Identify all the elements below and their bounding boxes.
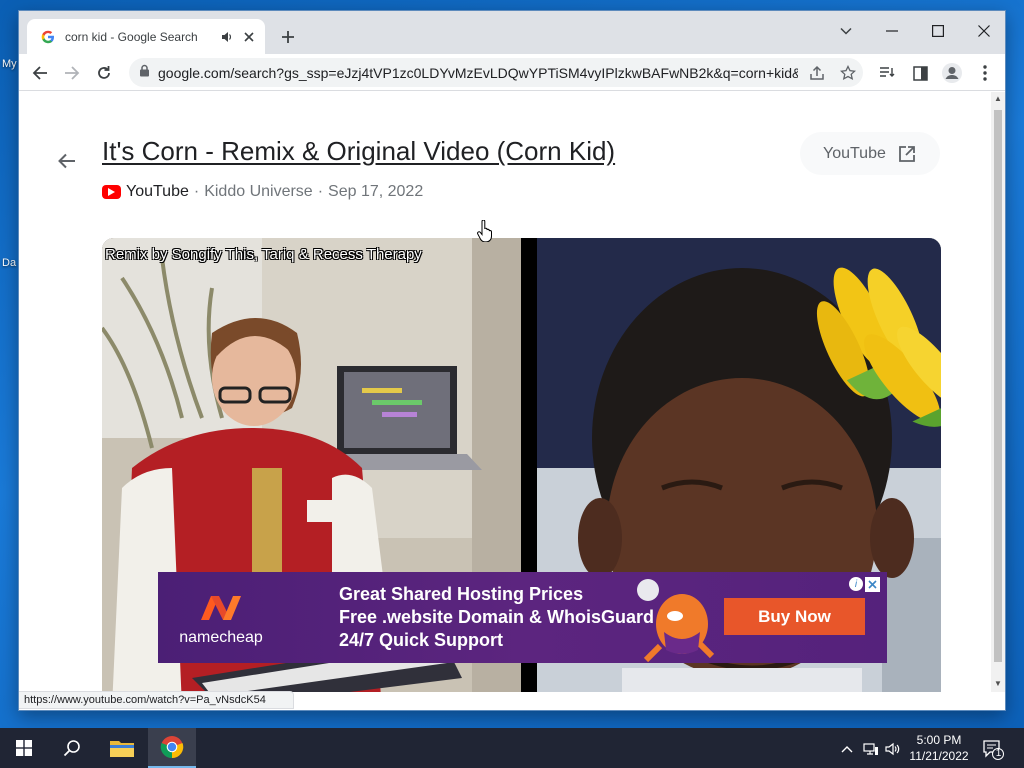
browser-toolbar: google.com/search?gs_ssp=eJzj4tVP1zc0LDY… bbox=[19, 54, 1005, 91]
open-in-youtube-label: YouTube bbox=[823, 144, 886, 162]
back-button[interactable] bbox=[27, 60, 53, 86]
video-caption: Remix by Songify This, Tariq & Recess Th… bbox=[105, 246, 422, 263]
channel-name: Kiddo Universe bbox=[204, 183, 313, 200]
ad-brand-name: namecheap bbox=[179, 629, 263, 646]
url-text[interactable]: google.com/search?gs_ssp=eJzj4tVP1zc0LDY… bbox=[158, 65, 798, 81]
menu-kebab-icon[interactable] bbox=[972, 60, 998, 86]
ad-line: Free .website Domain & WhoisGuard bbox=[339, 607, 655, 627]
reading-list-icon[interactable] bbox=[874, 60, 900, 86]
scroll-thumb[interactable] bbox=[994, 110, 1002, 662]
bookmark-star-icon[interactable] bbox=[837, 62, 859, 84]
external-link-icon bbox=[898, 145, 916, 163]
search-icon bbox=[63, 740, 80, 757]
tray-overflow-icon[interactable] bbox=[838, 740, 856, 758]
ad-line: Great Shared Hosting Prices bbox=[339, 584, 584, 604]
windows-logo-icon bbox=[16, 740, 32, 756]
profile-avatar-icon[interactable] bbox=[939, 60, 965, 86]
lock-icon[interactable] bbox=[139, 64, 150, 82]
window-close-button[interactable] bbox=[968, 17, 1000, 45]
reload-button[interactable] bbox=[91, 60, 117, 86]
hand-cursor-icon bbox=[477, 220, 492, 242]
speaker-icon[interactable] bbox=[219, 29, 235, 45]
video-meta: YouTube · Kiddo Universe · Sep 17, 2022 bbox=[102, 183, 423, 201]
network-icon[interactable] bbox=[862, 740, 880, 758]
namecheap-logo: namecheap bbox=[176, 594, 266, 647]
address-bar[interactable]: google.com/search?gs_ssp=eJzj4tVP1zc0LDY… bbox=[129, 58, 863, 87]
namecheap-logo-icon bbox=[201, 596, 241, 620]
browser-window: corn kid - Google Search google.com/sear… bbox=[18, 10, 1006, 711]
new-tab-button[interactable] bbox=[277, 26, 299, 48]
maximize-button[interactable] bbox=[922, 17, 954, 45]
taskbar: 5:00 PM 11/21/2022 1 bbox=[0, 728, 1024, 768]
horizontal-scrollbar[interactable] bbox=[294, 695, 991, 709]
scroll-down-icon[interactable]: ▼ bbox=[994, 680, 1002, 688]
ad-close-icon[interactable] bbox=[865, 577, 880, 592]
chrome-icon bbox=[160, 736, 184, 759]
back-arrow-icon[interactable] bbox=[55, 149, 79, 173]
ad-mascot-illustration bbox=[637, 579, 715, 662]
desktop-icon-label[interactable]: My bbox=[2, 58, 17, 70]
volume-icon[interactable] bbox=[884, 740, 902, 758]
action-center-button[interactable]: 1 bbox=[982, 738, 1004, 760]
minimize-button[interactable] bbox=[876, 17, 908, 45]
separator: · bbox=[317, 183, 324, 200]
chrome-taskbar-button[interactable] bbox=[148, 728, 196, 768]
side-panel-icon[interactable] bbox=[907, 60, 933, 86]
share-icon[interactable] bbox=[806, 62, 828, 84]
search-button[interactable] bbox=[48, 728, 96, 768]
start-button[interactable] bbox=[0, 728, 48, 768]
page-content: It's Corn - Remix & Original Video (Corn… bbox=[19, 92, 991, 692]
publish-date: Sep 17, 2022 bbox=[328, 183, 424, 200]
notification-count: 1 bbox=[995, 748, 1002, 759]
tab-title: corn kid - Google Search bbox=[65, 29, 198, 44]
separator: · bbox=[193, 183, 200, 200]
vertical-scrollbar[interactable]: ▲ ▼ bbox=[991, 92, 1005, 692]
system-clock[interactable]: 5:00 PM 11/21/2022 bbox=[906, 732, 972, 764]
ad-buy-now-button[interactable]: Buy Now bbox=[724, 598, 865, 635]
desktop-icon-label[interactable]: Da bbox=[2, 257, 16, 269]
browser-tab[interactable]: corn kid - Google Search bbox=[27, 19, 265, 54]
folder-icon bbox=[110, 741, 134, 757]
title-bar: corn kid - Google Search bbox=[19, 11, 1005, 54]
forward-button[interactable] bbox=[59, 60, 85, 86]
ad-copy: Great Shared Hosting Prices Free .websit… bbox=[339, 583, 654, 652]
ad-banner[interactable]: namecheap Great Shared Hosting Prices Fr… bbox=[158, 572, 887, 663]
file-explorer-button[interactable] bbox=[98, 728, 146, 768]
clock-date: 11/21/2022 bbox=[909, 749, 969, 763]
tab-search-button[interactable] bbox=[830, 17, 862, 45]
status-bar: https://www.youtube.com/watch?v=Pa_vNsdc… bbox=[19, 691, 294, 709]
open-in-youtube-button[interactable]: YouTube bbox=[800, 132, 940, 175]
ad-line: 24/7 Quick Support bbox=[339, 630, 504, 650]
ad-info-icon[interactable]: i bbox=[849, 577, 863, 591]
source-name: YouTube bbox=[126, 183, 189, 200]
scroll-up-icon[interactable]: ▲ bbox=[994, 95, 1002, 103]
youtube-logo-icon bbox=[102, 185, 121, 199]
google-g-icon bbox=[40, 29, 56, 45]
clock-time: 5:00 PM bbox=[916, 733, 962, 747]
video-title-link[interactable]: It's Corn - Remix & Original Video (Corn… bbox=[102, 136, 615, 167]
tab-close-icon[interactable] bbox=[241, 29, 257, 45]
